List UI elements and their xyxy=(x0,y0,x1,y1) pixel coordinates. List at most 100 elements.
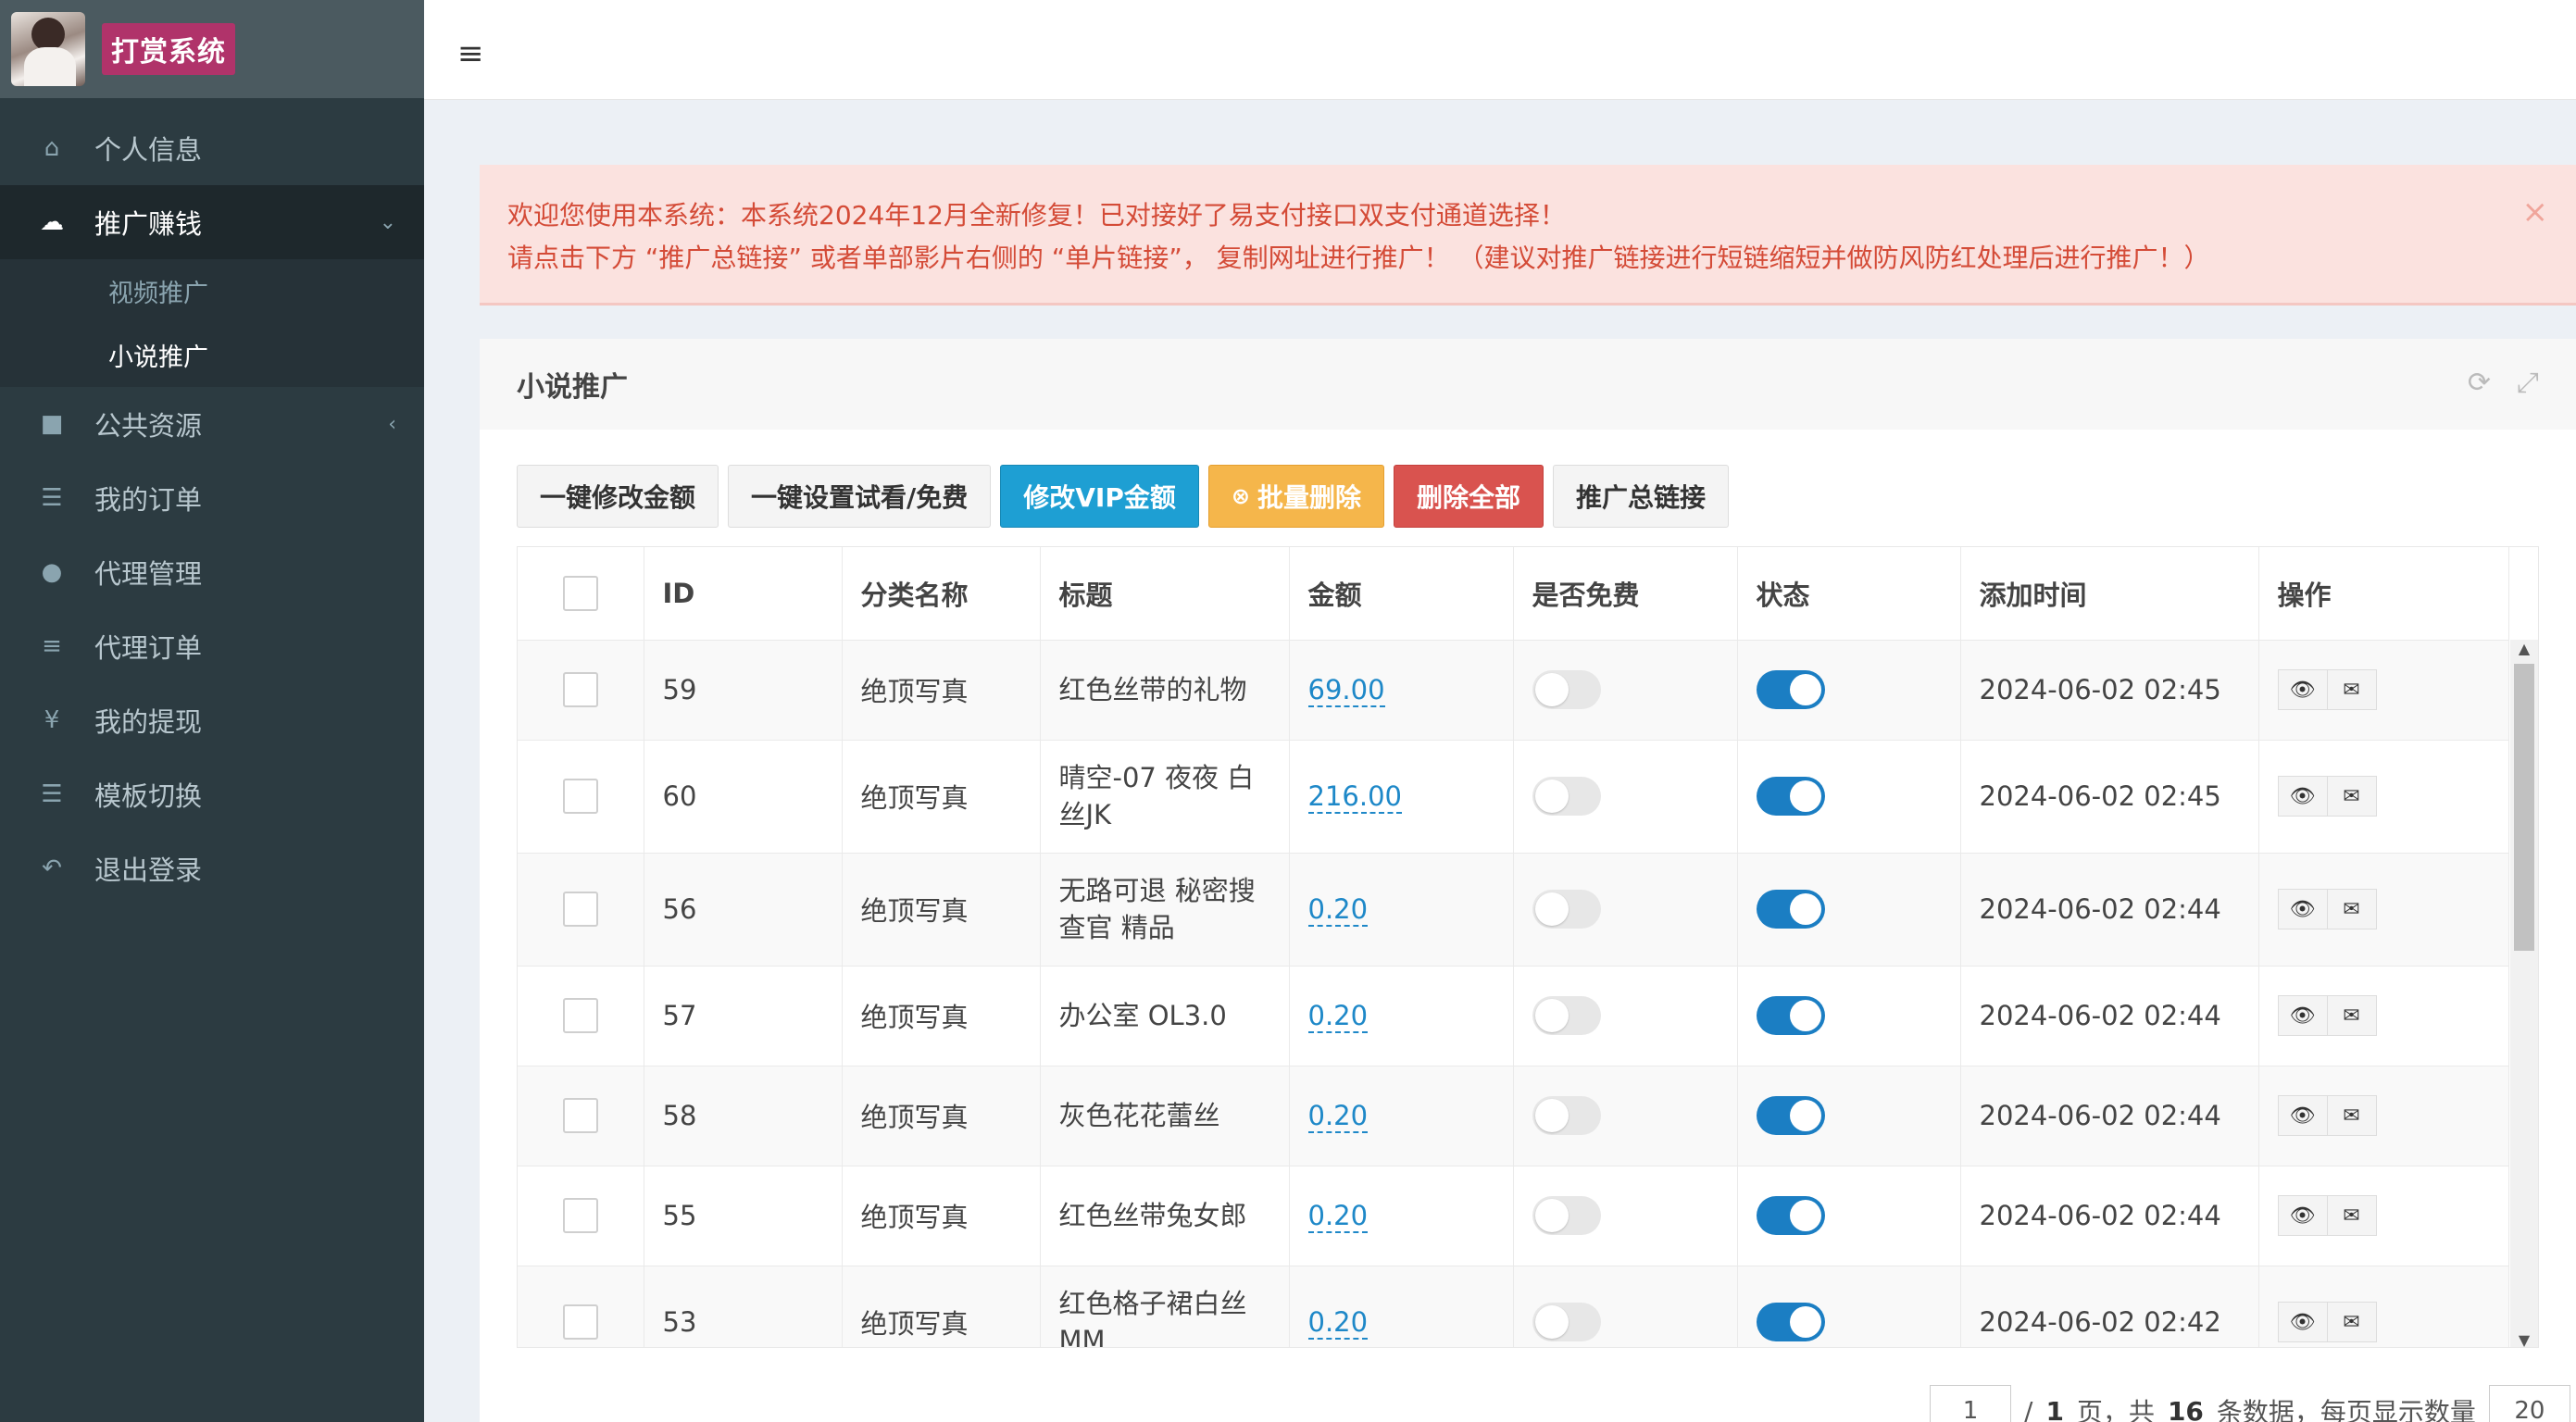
wechat-icon[interactable]: ✉ xyxy=(2326,776,2377,817)
price-editable[interactable]: 0.20 xyxy=(1307,1306,1369,1340)
cell-id: 55 xyxy=(644,1166,843,1266)
scroll-down-icon[interactable]: ▼ xyxy=(2510,1331,2538,1347)
wechat-icon[interactable]: ✉ xyxy=(2326,1195,2377,1236)
row-checkbox[interactable] xyxy=(562,1304,598,1340)
price-editable[interactable]: 0.20 xyxy=(1307,1100,1369,1133)
table-scrollbar[interactable]: ▲ ▼ xyxy=(2510,640,2538,1347)
view-icon[interactable]: 👁 xyxy=(2277,669,2328,710)
free-toggle[interactable] xyxy=(1532,1303,1601,1341)
col-time[interactable]: 添加时间 xyxy=(1960,547,2259,641)
wechat-icon[interactable]: ✉ xyxy=(2326,1302,2377,1342)
col-price[interactable]: 金额 xyxy=(1289,547,1514,641)
sidebar-item-resources[interactable]: ■ 公共资源 ‹ xyxy=(0,387,424,461)
status-toggle[interactable] xyxy=(1756,1096,1825,1135)
table-row[interactable]: 53 绝顶写真 红色格子裙白丝MM 0.20 2024-06-02 02:42 👁 ✉ xyxy=(518,1266,2509,1347)
sidebar-subitem-label: 视频推广 xyxy=(108,280,208,308)
view-icon[interactable]: 👁 xyxy=(2277,776,2328,817)
price-editable[interactable]: 0.20 xyxy=(1307,1200,1369,1233)
free-toggle[interactable] xyxy=(1532,890,1601,929)
free-toggle[interactable] xyxy=(1532,777,1601,816)
sidebar-item-templates[interactable]: ☰ 模板切换 xyxy=(0,757,424,831)
view-icon[interactable]: 👁 xyxy=(2277,1195,2328,1236)
view-icon[interactable]: 👁 xyxy=(2277,889,2328,929)
sidebar-subitem-novel[interactable]: 小说推广 xyxy=(0,323,424,387)
scroll-up-icon[interactable]: ▲ xyxy=(2510,640,2538,657)
free-toggle[interactable] xyxy=(1532,670,1601,709)
status-toggle[interactable] xyxy=(1756,1196,1825,1235)
col-actions: 操作 xyxy=(2258,547,2509,641)
select-all-cell xyxy=(518,547,644,641)
wechat-icon[interactable]: ✉ xyxy=(2326,1095,2377,1136)
free-toggle[interactable] xyxy=(1532,1196,1601,1235)
cell-actions: 👁 ✉ xyxy=(2258,1066,2509,1166)
delete-all-button[interactable]: 删除全部 xyxy=(1394,465,1544,528)
scroll-thumb[interactable] xyxy=(2514,664,2534,951)
sidebar-item-agents[interactable]: ● 代理管理 xyxy=(0,535,424,609)
col-title[interactable]: 标题 xyxy=(1040,547,1290,641)
table-row[interactable]: 57 绝顶写真 办公室 OL3.0 0.20 2024-06-02 02:44 👁 ✉ xyxy=(518,966,2509,1066)
sidebar-item-agent-orders[interactable]: ≡ 代理订单 xyxy=(0,609,424,683)
table-row[interactable]: 60 绝顶写真 晴空-07 夜夜 白丝JK 216.00 2024-06-02 02:4… xyxy=(518,740,2509,854)
select-all-checkbox[interactable] xyxy=(562,575,598,611)
view-icon[interactable]: 👁 xyxy=(2277,1095,2328,1136)
col-free[interactable]: 是否免费 xyxy=(1513,547,1738,641)
brand[interactable]: 打赏系统 xyxy=(0,0,424,98)
col-id[interactable]: ID xyxy=(644,547,843,641)
price-editable[interactable]: 216.00 xyxy=(1307,780,1402,814)
edit-vip-price-button[interactable]: 修改VIP金额 xyxy=(1000,465,1199,528)
batch-delete-button[interactable]: ⊗ 批量删除 xyxy=(1207,465,1384,528)
status-toggle[interactable] xyxy=(1756,1303,1825,1341)
page-input[interactable]: 1 xyxy=(1930,1385,2011,1422)
row-checkbox[interactable] xyxy=(562,779,598,814)
free-toggle[interactable] xyxy=(1532,996,1601,1035)
sidebar-item-withdraw[interactable]: ¥ 我的提现 xyxy=(0,683,424,757)
table-header-row: ID 分类名称 标题 金额 是否免费 状态 添加时间 操作 xyxy=(518,547,2509,641)
sidebar-subitem-video[interactable]: 视频推广 xyxy=(0,259,424,323)
bulk-edit-price-button[interactable]: 一键修改金额 xyxy=(517,465,719,528)
row-select-cell xyxy=(518,853,644,967)
cell-title: 无路可退 秘密搜查官 精品 xyxy=(1040,853,1290,967)
row-checkbox[interactable] xyxy=(562,1098,598,1133)
view-icon[interactable]: 👁 xyxy=(2277,1302,2328,1342)
price-editable[interactable]: 0.20 xyxy=(1307,1000,1369,1033)
sidebar-item-profile[interactable]: ⌂ 个人信息 xyxy=(0,111,424,185)
sidebar-item-label: 推广赚钱 xyxy=(94,208,203,240)
cell-status xyxy=(1737,853,1961,967)
row-checkbox[interactable] xyxy=(562,672,598,707)
price-editable[interactable]: 69.00 xyxy=(1307,674,1385,707)
status-toggle[interactable] xyxy=(1756,777,1825,816)
table-row[interactable]: 55 绝顶写真 红色丝带兔女郎 0.20 2024-06-02 02:44 👁 ✉ xyxy=(518,1166,2509,1266)
wechat-icon[interactable]: ✉ xyxy=(2326,669,2377,710)
free-toggle[interactable] xyxy=(1532,1096,1601,1135)
per-page-select[interactable]: 20 xyxy=(2488,1385,2570,1422)
promo-link-button[interactable]: 推广总链接 xyxy=(1553,465,1730,528)
row-checkbox[interactable] xyxy=(562,998,598,1033)
table-row[interactable]: 59 绝顶写真 红色丝带的礼物 69.00 2024-06-02 02:45 👁 ✉ xyxy=(518,640,2509,741)
close-icon[interactable]: × xyxy=(2522,191,2549,233)
status-toggle[interactable] xyxy=(1756,996,1825,1035)
price-editable[interactable]: 0.20 xyxy=(1307,893,1369,927)
sidebar-item-logout[interactable]: ↶ 退出登录 xyxy=(0,831,424,905)
hamburger-menu-icon[interactable]: ≡ xyxy=(457,35,484,72)
cell-actions: 👁 ✉ xyxy=(2258,1266,2509,1347)
bulk-set-free-button[interactable]: 一键设置试看/免费 xyxy=(728,465,992,528)
col-status[interactable]: 状态 xyxy=(1737,547,1961,641)
wechat-icon[interactable]: ✉ xyxy=(2326,889,2377,929)
table-row[interactable]: 58 绝顶写真 灰色花花蕾丝 0.20 2024-06-02 02:44 👁 ✉ xyxy=(518,1066,2509,1166)
status-toggle[interactable] xyxy=(1756,890,1825,929)
table-row[interactable]: 56 绝顶写真 无路可退 秘密搜查官 精品 0.20 2024-06-02 02:44 👁… xyxy=(518,853,2509,967)
sidebar-submenu: 视频推广 小说推广 xyxy=(0,259,424,387)
col-category[interactable]: 分类名称 xyxy=(842,547,1041,641)
status-toggle[interactable] xyxy=(1756,670,1825,709)
fullscreen-icon[interactable]: ⤢ xyxy=(2517,367,2539,399)
sidebar-item-promote[interactable]: ☁ 推广赚钱 ⌄ xyxy=(0,185,424,259)
alert-line-2: 请点击下方 “推广总链接” 或者单部影片右侧的 “单片链接”， 复制网址进行推广… xyxy=(507,243,2210,273)
menu-icon: ≡ xyxy=(42,632,62,660)
users-icon: ● xyxy=(41,558,63,586)
sidebar-item-orders[interactable]: ☰ 我的订单 xyxy=(0,461,424,535)
view-icon[interactable]: 👁 xyxy=(2277,995,2328,1036)
row-checkbox[interactable] xyxy=(562,1198,598,1233)
row-checkbox[interactable] xyxy=(562,892,598,927)
wechat-icon[interactable]: ✉ xyxy=(2326,995,2377,1036)
refresh-icon[interactable]: ⟳ xyxy=(2468,367,2491,399)
